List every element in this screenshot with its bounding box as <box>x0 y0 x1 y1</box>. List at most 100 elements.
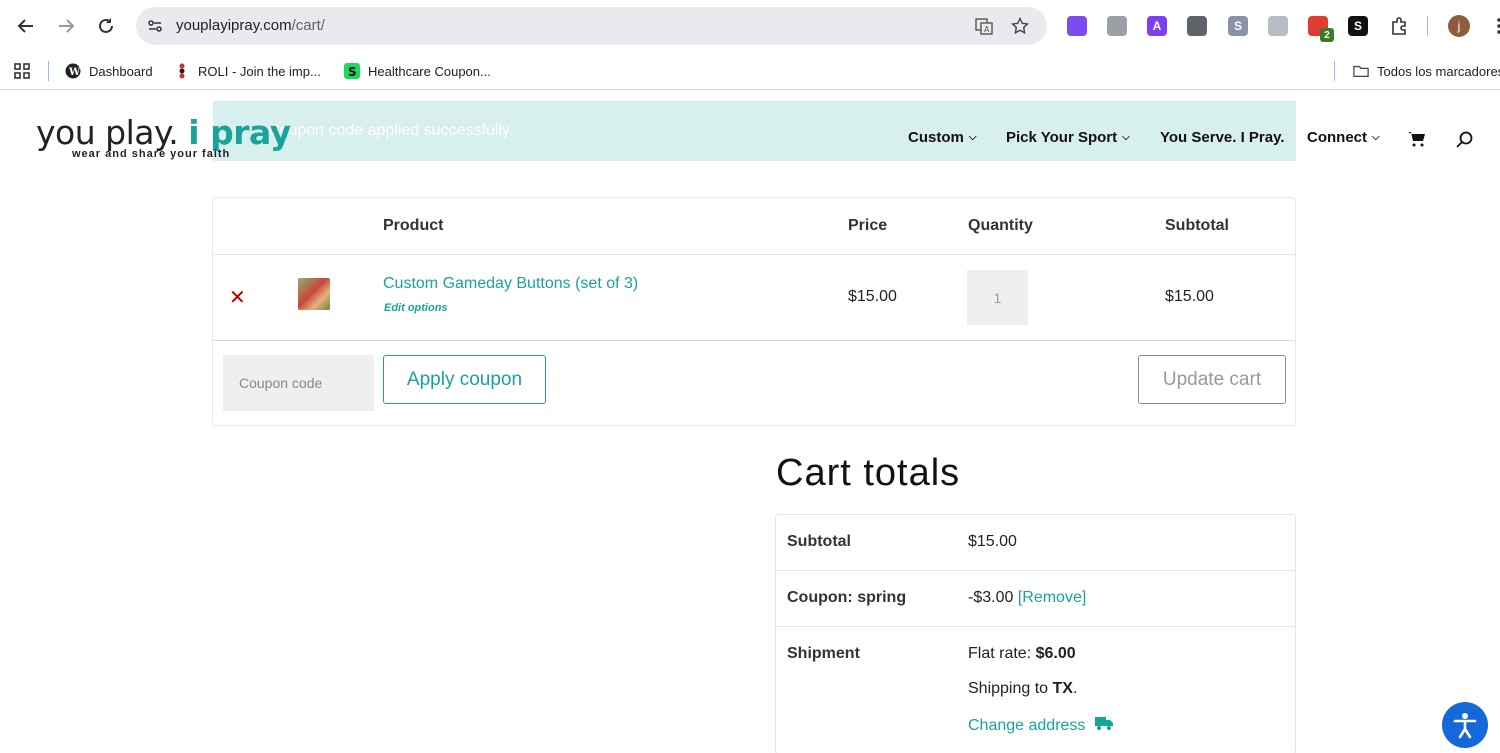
all-bookmarks-label: Todos los marcadores <box>1377 63 1500 79</box>
change-address-link[interactable]: Change address <box>968 715 1114 736</box>
bookmark-label: Dashboard <box>89 63 153 79</box>
bookmark-roli[interactable]: ROLI - Join the imp... <box>174 60 321 82</box>
shipping-to: Shipping to TX. <box>968 680 1077 698</box>
cart-totals-title: Cart totals <box>776 452 961 494</box>
kebab-menu-icon[interactable] <box>1486 13 1500 39</box>
ext-translate-icon[interactable] <box>1268 16 1288 36</box>
remove-item-icon[interactable]: ✕ <box>229 285 246 310</box>
cart-icon[interactable] <box>1408 131 1426 147</box>
nav-label: Pick Your Sport <box>1006 129 1118 146</box>
logo-text-i-pray: i pray <box>188 113 291 152</box>
bookmark-star-icon[interactable] <box>1010 16 1030 36</box>
header-product: Product <box>383 217 444 234</box>
folder-icon <box>1353 63 1369 79</box>
profile-avatar[interactable]: j <box>1448 15 1470 37</box>
ext-red-badge-icon[interactable]: 2 <box>1308 16 1334 42</box>
table-row: ✕ Custom Gameday Buttons (set of 3) Edit… <box>213 255 1295 341</box>
extension-badge: 2 <box>1320 28 1334 42</box>
nav-label: Connect <box>1307 129 1367 146</box>
browser-toolbar: youplayipray.com/cart/ A AS2S j <box>0 0 1500 52</box>
bookmark-label: ROLI - Join the imp... <box>198 63 321 79</box>
subtotal-value: $15.00 <box>968 533 1017 550</box>
nav-custom[interactable]: Custom ⌵ <box>908 129 976 146</box>
chevron-down-icon: ⌵ <box>1372 132 1380 143</box>
apps-grid-icon[interactable] <box>14 60 30 82</box>
nav-pick-your-sport[interactable]: Pick Your Sport ⌵ <box>1006 129 1130 146</box>
bookmark-healthcare[interactable]: S Healthcare Coupon... <box>344 60 491 82</box>
totals-row-subtotal: Subtotal $15.00 <box>776 515 1295 571</box>
svg-text:A: A <box>984 25 990 34</box>
product-name-link[interactable]: Custom Gameday Buttons (set of 3) <box>383 275 638 293</box>
ext-s-icon[interactable]: S <box>1228 16 1248 36</box>
ext-a-icon[interactable]: A <box>1147 16 1167 36</box>
site-logo[interactable]: you play. i pray wear and share your fai… <box>36 113 291 160</box>
coupon-notice: Coupon code applied successfully. <box>213 101 1296 161</box>
ext-s-black-icon[interactable]: S <box>1348 16 1368 36</box>
url-path: /cart/ <box>291 17 325 34</box>
profile-initial: j <box>1457 19 1461 33</box>
url-text: youplayipray.com/cart/ <box>176 17 325 34</box>
cart-totals-table: Subtotal $15.00 Coupon: spring -$3.00 [R… <box>775 514 1296 753</box>
forward-icon[interactable] <box>53 13 79 39</box>
header-price: Price <box>848 217 888 234</box>
chevron-down-icon: ⌵ <box>968 132 977 143</box>
header-quantity: Quantity <box>968 217 1033 234</box>
update-cart-button[interactable]: Update cart <box>1138 355 1286 404</box>
toolbar-divider <box>1427 16 1428 36</box>
product-thumbnail[interactable] <box>298 278 330 310</box>
shipping-to-prefix: Shipping to <box>968 680 1053 697</box>
coupon-notice-text: Coupon code applied successfully. <box>268 122 514 139</box>
coupon-code-input[interactable]: Coupon code <box>223 355 374 411</box>
back-icon[interactable] <box>13 13 39 39</box>
totals-row-coupon: Coupon: spring -$3.00 [Remove] <box>776 571 1295 627</box>
bookmarks-divider <box>1334 61 1335 81</box>
subtotal-label: Subtotal <box>787 533 851 550</box>
site-info-icon[interactable] <box>145 16 165 36</box>
flat-rate: Flat rate: $6.00 <box>968 645 1076 663</box>
chevron-down-icon: ⌵ <box>1122 132 1130 143</box>
url-host: youplayipray.com <box>176 17 292 34</box>
all-bookmarks[interactable]: Todos los marcadores <box>1353 60 1500 82</box>
svg-text:W: W <box>68 67 81 78</box>
address-bar[interactable]: youplayipray.com/cart/ A <box>136 7 1047 45</box>
truck-icon <box>1095 715 1114 736</box>
flat-rate-prefix: Flat rate: <box>968 645 1036 662</box>
roli-icon <box>174 63 190 79</box>
cart-page: Coupon code applied successfully. you pl… <box>0 91 1500 753</box>
accessibility-icon[interactable] <box>1442 702 1488 748</box>
svg-text:S: S <box>348 65 357 79</box>
shipping-to-suffix: . <box>1072 680 1078 697</box>
bookmark-label: Healthcare Coupon... <box>368 63 491 79</box>
shipment-label: Shipment <box>787 645 860 662</box>
extensions-puzzle-icon[interactable] <box>1386 13 1412 39</box>
nav-connect[interactable]: Connect ⌵ <box>1307 129 1380 146</box>
coupon-label: Coupon: spring <box>787 589 907 606</box>
ext-purple-icon[interactable] <box>1067 16 1087 36</box>
totals-row-shipment: Shipment Flat rate: $6.00 Shipping to TX… <box>776 627 1295 753</box>
coupon-value: -$3.00 [Remove] <box>968 589 1086 607</box>
translate-icon[interactable]: A <box>974 16 994 36</box>
product-price: $15.00 <box>848 288 897 305</box>
reload-icon[interactable] <box>93 13 119 39</box>
product-subtotal: $15.00 <box>1165 288 1214 305</box>
ext-brush-icon[interactable] <box>1187 16 1207 36</box>
apply-coupon-button[interactable]: Apply coupon <box>383 355 546 404</box>
header-subtotal: Subtotal <box>1165 217 1229 234</box>
cart-table-header: Product Price Quantity Subtotal <box>213 198 1295 255</box>
remove-coupon-link[interactable]: [Remove] <box>1018 589 1086 606</box>
coupon-discount: -$3.00 <box>968 589 1014 606</box>
flat-rate-value: $6.00 <box>1035 645 1076 662</box>
bookmarks-bar: W Dashboard ROLI - Join the imp... S Hea… <box>0 52 1500 90</box>
nav-label: Custom <box>908 129 964 146</box>
edit-options-link[interactable]: Edit options <box>384 302 448 314</box>
logo-wordmark: you play. i pray <box>36 113 291 152</box>
ext-gray-icon[interactable] <box>1107 16 1127 36</box>
bookmark-dashboard[interactable]: W Dashboard <box>65 60 153 82</box>
change-address-label: Change address <box>968 716 1086 734</box>
logo-tagline: wear and share your faith <box>72 148 231 160</box>
shipping-state: TX <box>1052 680 1073 697</box>
healthcare-coupon-icon: S <box>344 63 360 79</box>
quantity-input[interactable]: 1 <box>967 270 1028 325</box>
search-icon[interactable] <box>1456 131 1474 149</box>
nav-you-serve[interactable]: You Serve. I Pray. <box>1160 129 1285 146</box>
